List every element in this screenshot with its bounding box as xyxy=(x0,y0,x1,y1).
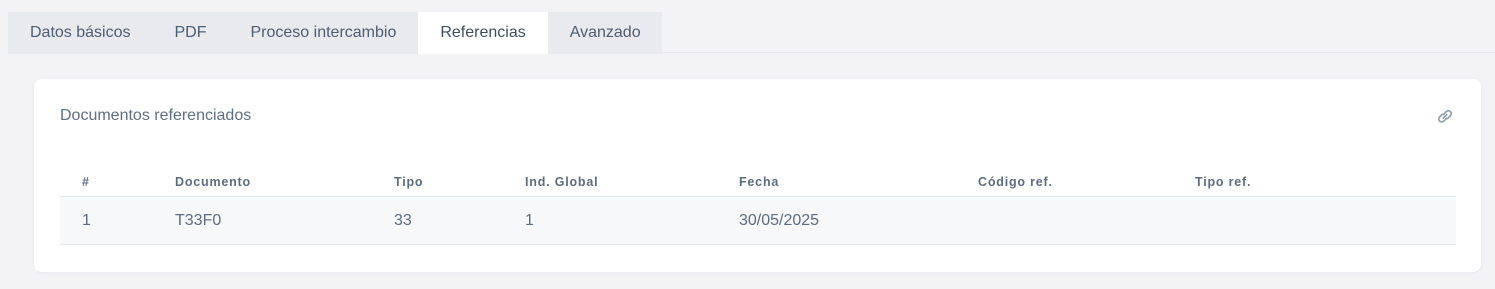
header-tipo[interactable]: Tipo xyxy=(394,175,525,189)
tab-bar: Datos básicos PDF Proceso intercambio Re… xyxy=(8,12,1495,54)
tab-pdf[interactable]: PDF xyxy=(152,12,229,54)
references-table: # Documento Tipo Ind. Global Fecha Códig… xyxy=(60,167,1456,245)
header-documento[interactable]: Documento xyxy=(175,175,394,189)
header-tipo-ref[interactable]: Tipo ref. xyxy=(1195,175,1456,189)
tab-referencias[interactable]: Referencias xyxy=(418,12,548,54)
header-codigo-ref[interactable]: Código ref. xyxy=(978,175,1195,189)
link-icon[interactable] xyxy=(1435,107,1455,125)
tab-proceso-intercambio[interactable]: Proceso intercambio xyxy=(228,12,419,54)
cell-number: 1 xyxy=(82,211,91,229)
cell-fecha: 30/05/2025 xyxy=(739,211,820,229)
tab-datos-basicos[interactable]: Datos básicos xyxy=(8,12,153,54)
tab-avanzado[interactable]: Avanzado xyxy=(547,12,662,54)
header-number[interactable]: # xyxy=(60,175,175,189)
cell-documento: T33F0 xyxy=(175,211,222,229)
referenced-documents-card: Documentos referenciados # Documento Tip… xyxy=(34,79,1481,272)
header-fecha[interactable]: Fecha xyxy=(739,175,978,189)
card-title: Documentos referenciados xyxy=(60,107,252,124)
header-ind-global[interactable]: Ind. Global xyxy=(525,175,739,189)
table-header: # Documento Tipo Ind. Global Fecha Códig… xyxy=(60,167,1456,197)
cell-tipo: 33 xyxy=(394,211,412,229)
table-row[interactable]: 1 T33F0 33 1 30/05/2025 xyxy=(60,197,1456,245)
cell-ind-global: 1 xyxy=(525,211,534,229)
